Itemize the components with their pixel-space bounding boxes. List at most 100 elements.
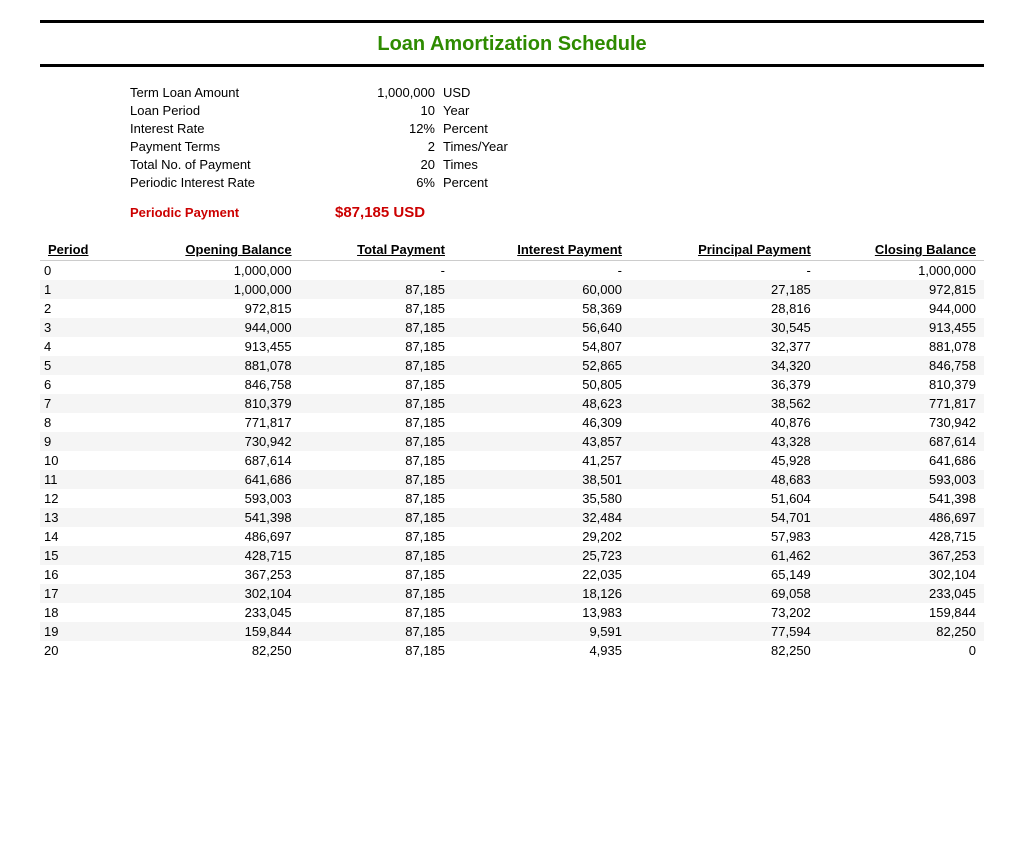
table-cell: 87,185 [300, 413, 453, 432]
table-cell: 36,379 [630, 375, 819, 394]
table-row: 11,000,00087,18560,00027,185972,815 [40, 280, 984, 299]
table-cell: 6 [40, 375, 111, 394]
summary-row-label: Interest Rate [130, 121, 315, 136]
table-header-period: Period [40, 239, 111, 261]
amortization-table: PeriodOpening BalanceTotal PaymentIntere… [40, 239, 984, 660]
table-cell: 87,185 [300, 299, 453, 318]
table-cell: 771,817 [111, 413, 300, 432]
table-cell: 4,935 [453, 641, 630, 660]
page-title: Loan Amortization Schedule [40, 20, 984, 67]
table-cell: 18 [40, 603, 111, 622]
table-cell: 29,202 [453, 527, 630, 546]
table-cell: - [453, 261, 630, 281]
table-cell: 771,817 [819, 394, 984, 413]
table-cell: 22,035 [453, 565, 630, 584]
table-cell: 541,398 [819, 489, 984, 508]
table-row: 15428,71587,18525,72361,462367,253 [40, 546, 984, 565]
table-cell: 944,000 [111, 318, 300, 337]
summary-row-unit: Percent [443, 175, 488, 190]
table-cell: 15 [40, 546, 111, 565]
table-cell: 302,104 [111, 584, 300, 603]
table-cell: 7 [40, 394, 111, 413]
table-cell: 25,723 [453, 546, 630, 565]
table-cell: 0 [819, 641, 984, 660]
table-cell: 3 [40, 318, 111, 337]
table-cell: 35,580 [453, 489, 630, 508]
table-cell: 77,594 [630, 622, 819, 641]
table-cell: 233,045 [819, 584, 984, 603]
summary-row: Interest Rate12% Percent [130, 121, 984, 136]
table-cell: 43,328 [630, 432, 819, 451]
table-cell: 9,591 [453, 622, 630, 641]
table-cell: 32,484 [453, 508, 630, 527]
summary-row-unit: USD [443, 85, 470, 100]
table-cell: 54,807 [453, 337, 630, 356]
table-cell: 54,701 [630, 508, 819, 527]
table-cell: 46,309 [453, 413, 630, 432]
table-cell: 593,003 [111, 489, 300, 508]
table-cell: 972,815 [111, 299, 300, 318]
table-cell: 5 [40, 356, 111, 375]
table-cell: 87,185 [300, 432, 453, 451]
summary-row-unit: Percent [443, 121, 488, 136]
table-cell: 730,942 [819, 413, 984, 432]
table-cell: 87,185 [300, 622, 453, 641]
table-cell: 367,253 [111, 565, 300, 584]
summary-row-label: Loan Period [130, 103, 315, 118]
table-cell: 87,185 [300, 489, 453, 508]
table-cell: 730,942 [111, 432, 300, 451]
table-cell: 48,623 [453, 394, 630, 413]
table-row: 9730,94287,18543,85743,328687,614 [40, 432, 984, 451]
table-cell: 73,202 [630, 603, 819, 622]
summary-row-label: Periodic Interest Rate [130, 175, 315, 190]
table-cell: 16 [40, 565, 111, 584]
table-cell: 82,250 [819, 622, 984, 641]
table-cell: 846,758 [111, 375, 300, 394]
summary-section: Term Loan Amount1,000,000USD Loan Period1… [130, 85, 984, 221]
table-cell: 48,683 [630, 470, 819, 489]
table-cell: 57,983 [630, 527, 819, 546]
table-cell: 87,185 [300, 603, 453, 622]
table-cell: 1,000,000 [111, 261, 300, 281]
table-cell: 50,805 [453, 375, 630, 394]
summary-row: Periodic Interest Rate6%Percent [130, 175, 984, 190]
table-cell: 51,604 [630, 489, 819, 508]
summary-row-unit: Year [443, 103, 469, 118]
table-cell: 87,185 [300, 394, 453, 413]
summary-row-value: 10 [315, 103, 435, 118]
table-cell: 58,369 [453, 299, 630, 318]
table-cell: 687,614 [819, 432, 984, 451]
table-cell: 18,126 [453, 584, 630, 603]
periodic-payment-label: Periodic Payment [130, 205, 315, 220]
table-cell: 28,816 [630, 299, 819, 318]
summary-row: Total No. of Payment20Times [130, 157, 984, 172]
table-cell: 159,844 [819, 603, 984, 622]
table-row: 10687,61487,18541,25745,928641,686 [40, 451, 984, 470]
summary-row: Term Loan Amount1,000,000USD [130, 85, 984, 100]
table-cell: 881,078 [111, 356, 300, 375]
table-row: 01,000,000---1,000,000 [40, 261, 984, 281]
table-cell: 486,697 [111, 527, 300, 546]
table-cell: 82,250 [630, 641, 819, 660]
table-cell: 881,078 [819, 337, 984, 356]
table-cell: 87,185 [300, 546, 453, 565]
summary-row-value: 12% [315, 121, 435, 136]
table-cell: 30,545 [630, 318, 819, 337]
table-cell: 38,501 [453, 470, 630, 489]
table-cell: 87,185 [300, 565, 453, 584]
summary-row-unit: Times [443, 157, 478, 172]
table-cell: 17 [40, 584, 111, 603]
table-header-total-payment: Total Payment [300, 239, 453, 261]
table-cell: 1 [40, 280, 111, 299]
table-cell: 41,257 [453, 451, 630, 470]
table-cell: 641,686 [819, 451, 984, 470]
table-row: 8771,81787,18546,30940,876730,942 [40, 413, 984, 432]
summary-row-value: 2 [315, 139, 435, 154]
table-cell: 4 [40, 337, 111, 356]
table-cell: 641,686 [111, 470, 300, 489]
table-row: 12593,00387,18535,58051,604541,398 [40, 489, 984, 508]
table-cell: 687,614 [111, 451, 300, 470]
table-cell: 38,562 [630, 394, 819, 413]
table-cell: 12 [40, 489, 111, 508]
summary-row: Payment Terms2Times/Year [130, 139, 984, 154]
